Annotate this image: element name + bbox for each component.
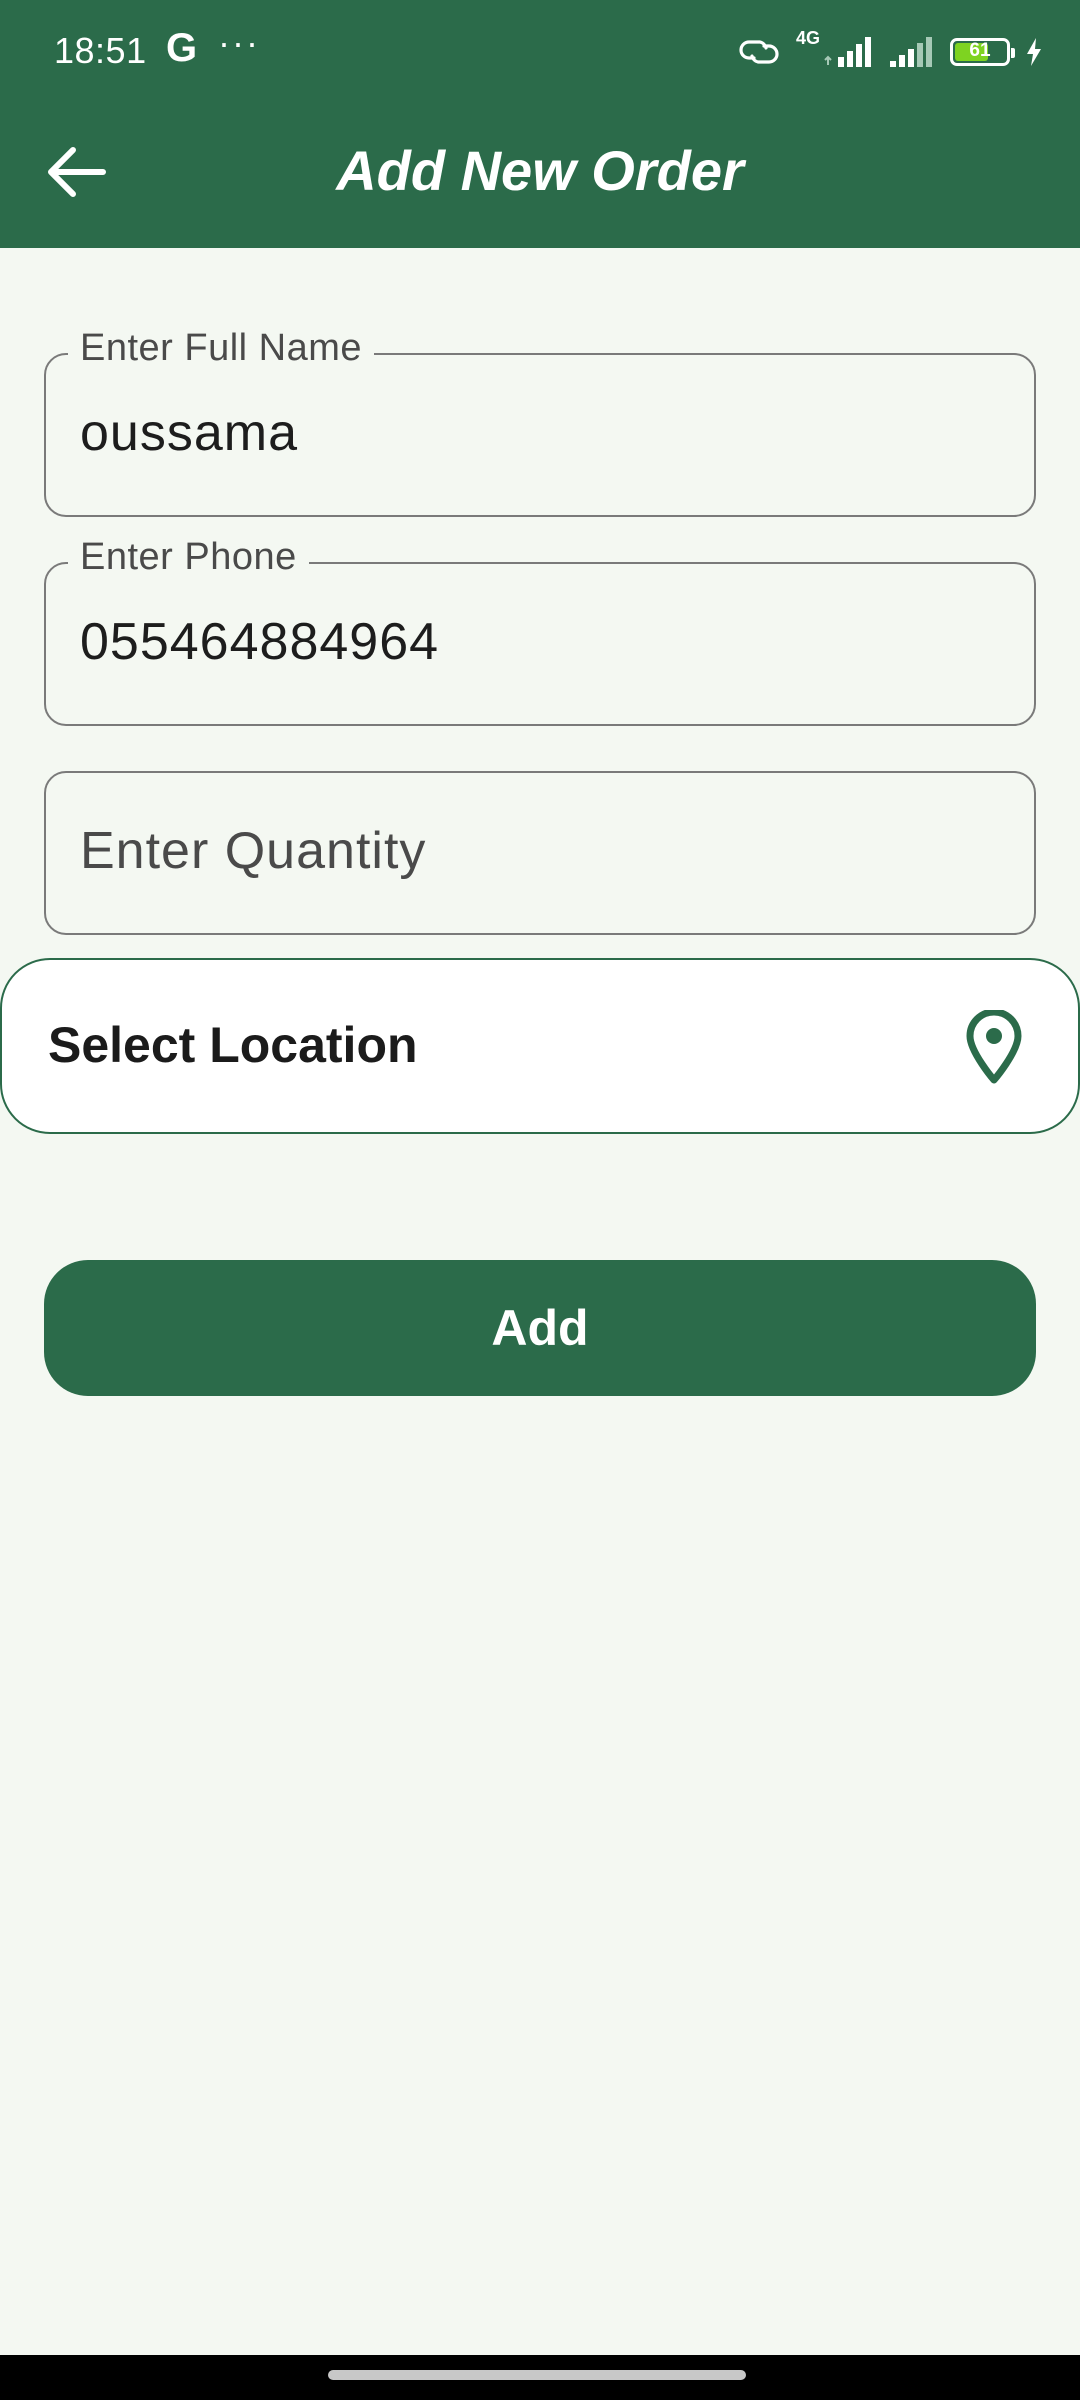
add-button[interactable]: Add bbox=[44, 1260, 1036, 1396]
home-indicator[interactable] bbox=[328, 2370, 746, 2380]
app-bar: Add New Order bbox=[0, 102, 1080, 248]
select-location-button[interactable]: Select Location bbox=[0, 958, 1080, 1134]
full-name-value: oussama bbox=[80, 404, 298, 462]
network-type-label: 4G bbox=[795, 27, 820, 48]
system-navigation-bar bbox=[0, 2355, 1080, 2400]
status-icons: 4G 61 bbox=[736, 28, 1044, 76]
hotspot-link-icon bbox=[739, 40, 779, 64]
select-location-label: Select Location bbox=[48, 1017, 418, 1073]
google-icon: G bbox=[166, 26, 198, 70]
page-title: Add New Order bbox=[336, 139, 744, 202]
full-name-label: Enter Full Name bbox=[68, 327, 375, 370]
quantity-placeholder: Enter Quantity bbox=[80, 822, 427, 880]
phone-label: Enter Phone bbox=[68, 536, 309, 579]
map-pin-icon bbox=[966, 1010, 1022, 1084]
phone-field[interactable]: Enter Phone 055464884964 bbox=[44, 536, 1036, 726]
battery-icon: 61 bbox=[950, 38, 1015, 66]
phone-value: 055464884964 bbox=[80, 613, 440, 671]
status-time: 18:51 bbox=[54, 30, 147, 71]
signal-icon bbox=[890, 37, 932, 67]
quantity-field[interactable]: Enter Quantity bbox=[44, 771, 1036, 935]
battery-level: 61 bbox=[969, 40, 991, 61]
signal-4g-icon bbox=[824, 37, 871, 67]
full-name-field[interactable]: Enter Full Name oussama bbox=[44, 327, 1036, 517]
status-bar: 18:51 G ··· 4G 61 bbox=[0, 0, 1080, 102]
battery-tip bbox=[1011, 48, 1015, 58]
more-notifications-icon: ··· bbox=[218, 22, 260, 63]
charging-bolt-icon bbox=[1027, 38, 1041, 66]
